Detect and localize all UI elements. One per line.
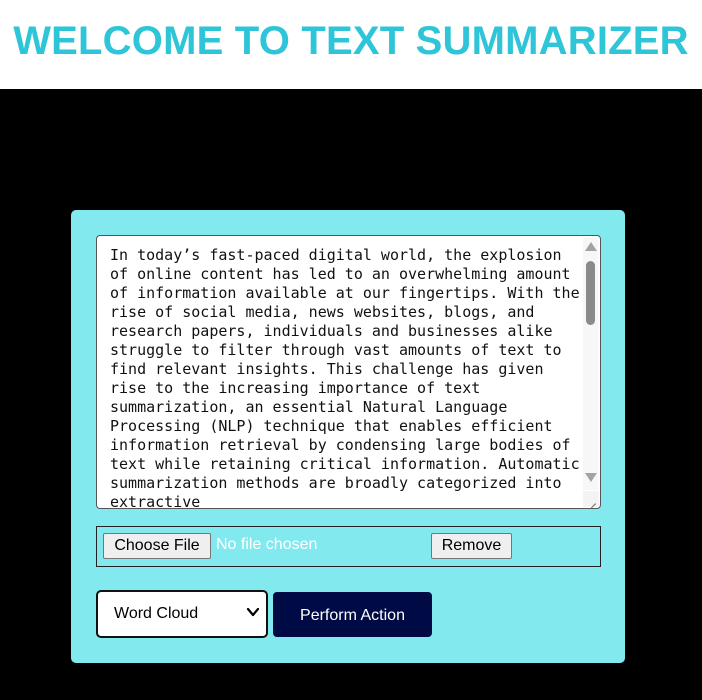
- chevron-down-icon: [246, 607, 260, 617]
- scroll-thumb[interactable]: [586, 261, 595, 325]
- resize-grip-icon[interactable]: [583, 491, 599, 507]
- scroll-down-arrow-icon[interactable]: [585, 473, 597, 482]
- file-status-text: No file chosen: [216, 536, 318, 553]
- header-bar: WELCOME TO TEXT SUMMARIZER: [0, 0, 702, 89]
- page-title: WELCOME TO TEXT SUMMARIZER: [13, 19, 689, 63]
- file-upload-row: Choose File No file chosen Remove: [96, 526, 601, 567]
- summarizer-panel: In today’s fast-paced digital world, the…: [71, 210, 625, 663]
- textarea-scrollbar[interactable]: [583, 238, 598, 490]
- perform-action-button[interactable]: Perform Action: [273, 592, 432, 637]
- choose-file-button[interactable]: Choose File: [103, 533, 211, 559]
- text-input-content[interactable]: In today’s fast-paced digital world, the…: [110, 246, 580, 508]
- action-select[interactable]: Word Cloud: [96, 590, 268, 638]
- scroll-up-arrow-icon[interactable]: [585, 242, 597, 251]
- text-input-area[interactable]: In today’s fast-paced digital world, the…: [96, 235, 601, 509]
- action-select-value: Word Cloud: [114, 605, 199, 622]
- remove-file-button[interactable]: Remove: [431, 533, 512, 559]
